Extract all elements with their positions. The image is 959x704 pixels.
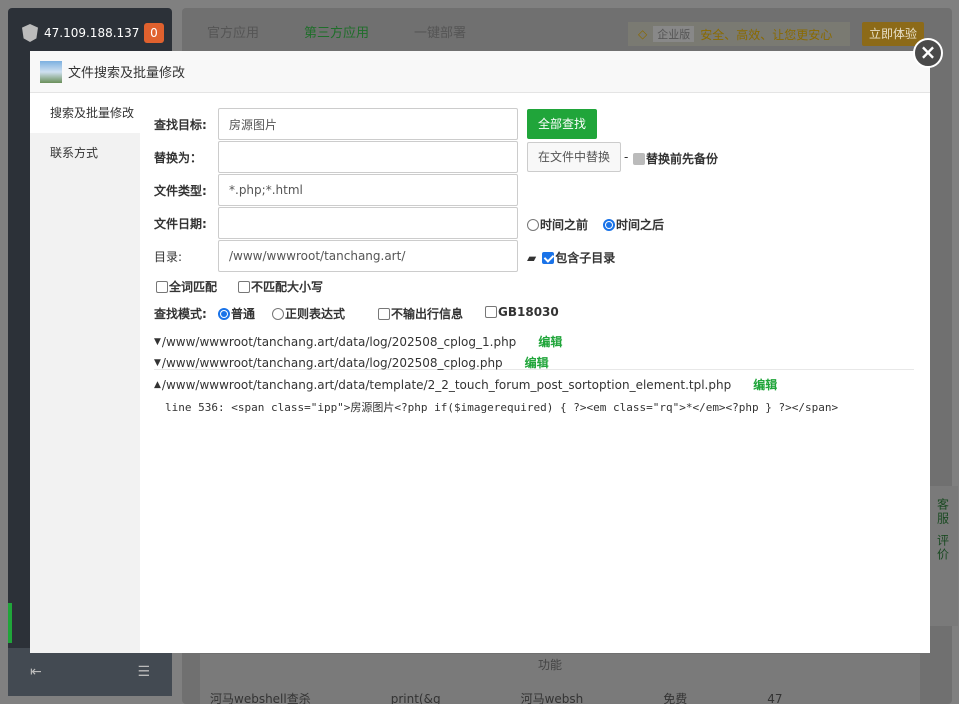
notification-badge[interactable]: 0 <box>144 23 164 43</box>
filetype-input[interactable] <box>218 174 518 206</box>
mode-label: 查找模式: <box>154 307 207 321</box>
mode-regex-label: 正则表达式 <box>285 307 346 321</box>
time-after-label: 时间之后 <box>616 218 665 232</box>
time-after-option: 时间之后 <box>603 216 664 233</box>
side-item-search[interactable]: 搜索及批量修改 <box>30 93 140 133</box>
mode-regex-radio[interactable] <box>272 307 284 320</box>
filetype-row: 文件类型: <box>154 174 518 206</box>
table-cell: 河马websh <box>520 692 584 704</box>
edit-link[interactable]: 编辑 <box>525 354 549 371</box>
tab-one-click[interactable]: 一键部署 <box>414 22 466 41</box>
table-cell: 功能 <box>538 658 563 672</box>
side-item-contact[interactable]: 联系方式 <box>30 133 140 173</box>
no-output-label: 不输出行信息 <box>391 307 464 321</box>
result-item[interactable]: ▲ /www/wwwroot/tanchang.art/data/templat… <box>154 376 777 393</box>
whole-word-option: 全词匹配 <box>156 278 217 295</box>
diamond-icon: ◇ <box>638 27 648 41</box>
no-output-option: 不输出行信息 <box>378 305 463 322</box>
replace-row: 替换为： <box>154 141 518 173</box>
right-rail: 客服 评价 <box>928 486 958 626</box>
date-label: 文件日期: <box>154 216 207 231</box>
replace-dash: - <box>624 150 629 164</box>
target-label: 查找目标: <box>154 117 207 132</box>
target-input[interactable] <box>218 108 518 140</box>
collapse-triangle-icon[interactable]: ▼ <box>154 337 161 347</box>
backup-checkbox[interactable] <box>633 152 645 165</box>
table-cell: 47 <box>767 691 783 704</box>
subdir-checkbox[interactable] <box>542 251 555 264</box>
promo-text: 安全、高效、让您更安心 <box>700 27 833 42</box>
dir-label: 目录: <box>154 249 183 264</box>
folder-open-icon[interactable]: ▰ <box>527 251 536 265</box>
time-before-label: 时间之前 <box>540 218 589 232</box>
indent-icon[interactable]: ⇤ <box>30 664 42 680</box>
find-all-button[interactable]: 全部查找 <box>527 109 597 139</box>
modal-header: 文件搜索及批量修改 <box>30 51 930 93</box>
whole-word-checkbox[interactable] <box>156 280 168 293</box>
mode-normal-option: 普通 <box>218 305 255 322</box>
modal-side-menu: 搜索及批量修改 联系方式 <box>30 93 140 653</box>
result-path: /www/wwwroot/tanchang.art/data/log/20250… <box>161 355 503 370</box>
customer-service-link[interactable]: 客服 <box>935 498 952 526</box>
server-info: 47.109.188.137 <box>22 24 139 42</box>
date-input[interactable] <box>218 207 518 239</box>
gb18030-option: GB18030 <box>485 305 559 319</box>
server-ip: 47.109.188.137 <box>44 26 140 40</box>
edit-link[interactable]: 编辑 <box>538 333 562 350</box>
result-item[interactable]: ▼ /www/wwwroot/tanchang.art/data/log/202… <box>154 333 562 350</box>
match-code-line: line 536: <span class="ipp">房源图片<?php if… <box>165 401 839 414</box>
feedback-link[interactable]: 评价 <box>935 534 952 562</box>
modal-title: 文件搜索及批量修改 <box>68 66 186 81</box>
backup-label: 替换前先备份 <box>646 152 719 166</box>
filetype-label: 文件类型: <box>154 183 207 198</box>
sidebar-footer: ⇤ ☰ <box>8 648 172 696</box>
time-before-option: 时间之前 <box>527 216 588 233</box>
gb18030-label: GB18030 <box>498 305 559 319</box>
result-item[interactable]: ▼ /www/wwwroot/tanchang.art/data/log/202… <box>154 354 549 371</box>
time-before-radio[interactable] <box>527 218 539 231</box>
gb18030-checkbox[interactable] <box>485 306 497 318</box>
target-row: 查找目标: <box>154 108 518 140</box>
try-now-button[interactable]: 立即体验 <box>862 22 924 46</box>
ignore-case-label: 不匹配大小写 <box>251 280 324 294</box>
ignore-case-option: 不匹配大小写 <box>238 278 323 295</box>
edit-link[interactable]: 编辑 <box>753 376 777 393</box>
promo-banner: ◇ 企业版 安全、高效、让您更安心 <box>628 22 850 46</box>
table-row: 河马webshell查杀 print(&g 河马websh 免费 47 <box>210 690 783 704</box>
replace-input[interactable] <box>218 141 518 173</box>
result-path: /www/wwwroot/tanchang.art/data/template/… <box>161 377 732 392</box>
app-thumbnail-icon <box>40 60 62 83</box>
ignore-case-checkbox[interactable] <box>238 280 250 293</box>
active-indicator <box>8 603 12 643</box>
no-output-checkbox[interactable] <box>378 307 390 320</box>
date-row: 文件日期: <box>154 207 518 239</box>
plugin-table: 功能 河马webshell查杀 print(&g 河马websh 免费 47 <box>200 654 920 704</box>
shield-icon <box>22 24 38 42</box>
backup-option: 替换前先备份 <box>633 150 718 167</box>
table-cell: print(&g <box>390 691 441 704</box>
file-search-modal: 文件搜索及批量修改 搜索及批量修改 联系方式 查找目标: 全部查找 替换为： 在… <box>30 51 930 653</box>
replace-label: 替换为： <box>154 150 203 165</box>
mode-regex-option: 正则表达式 <box>272 305 345 322</box>
dir-row: 目录: <box>154 240 518 272</box>
close-icon[interactable]: × <box>913 38 943 68</box>
table-cell: 免费 <box>663 692 688 704</box>
result-path: /www/wwwroot/tanchang.art/data/log/20250… <box>161 334 517 349</box>
dir-input[interactable] <box>218 240 518 272</box>
whole-word-label: 全词匹配 <box>169 280 218 294</box>
table-cell: 河马webshell查杀 <box>210 692 311 704</box>
expand-triangle-icon[interactable]: ▲ <box>154 380 161 390</box>
tab-third-party[interactable]: 第三方应用 <box>304 22 369 41</box>
list-icon[interactable]: ☰ <box>137 664 150 680</box>
tab-official[interactable]: 官方应用 <box>207 22 259 41</box>
collapse-triangle-icon[interactable]: ▼ <box>154 358 161 368</box>
edition-tag: 企业版 <box>653 26 695 42</box>
time-after-radio[interactable] <box>603 218 615 231</box>
subdir-option: ▰ 包含子目录 <box>527 249 615 266</box>
subdir-label: 包含子目录 <box>555 251 616 265</box>
modal-content: 查找目标: 全部查找 替换为： 在文件中替换 - 替换前先备份 文件类型: 文件… <box>140 93 930 653</box>
mode-normal-radio[interactable] <box>218 307 230 320</box>
mode-normal-label: 普通 <box>231 307 256 321</box>
replace-in-file-button[interactable]: 在文件中替换 <box>527 142 621 172</box>
